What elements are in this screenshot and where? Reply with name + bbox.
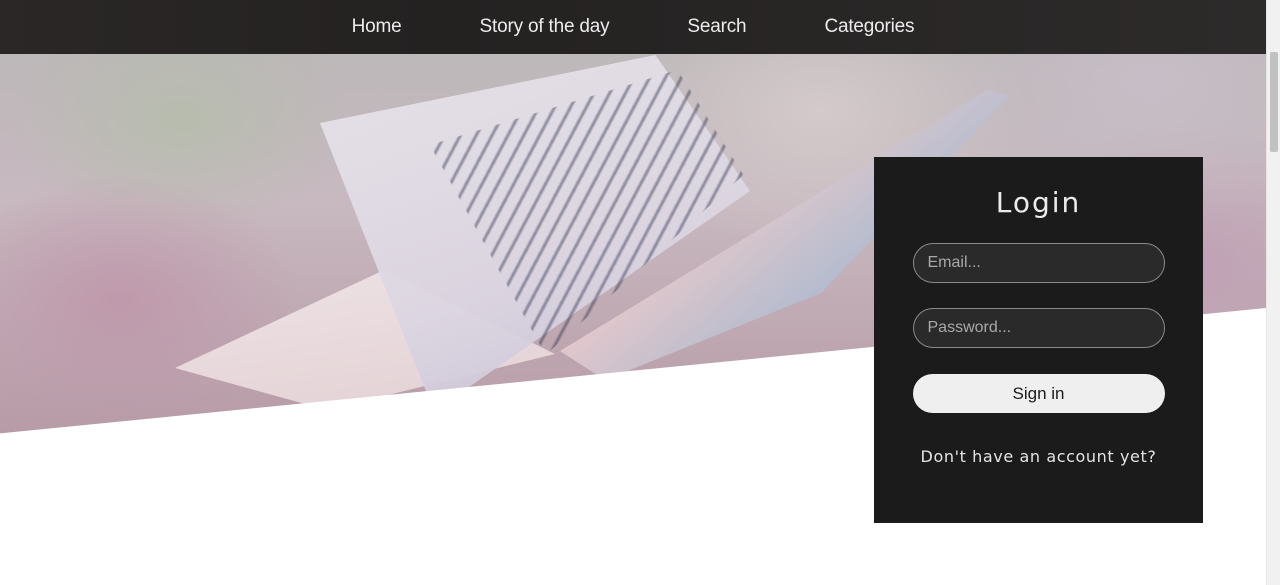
sign-in-button[interactable]: Sign in [912,374,1165,413]
password-field[interactable] [912,308,1165,348]
nav-story-of-the-day[interactable]: Story of the day [480,16,610,38]
email-field[interactable] [912,243,1165,283]
page-scrollbar[interactable] [1266,0,1280,585]
nav-search[interactable]: Search [687,16,746,38]
scrollbar-thumb[interactable] [1270,52,1278,152]
nav-categories[interactable]: Categories [824,16,914,38]
login-panel: Login Sign in Don't have an account yet? [874,157,1203,523]
nav-home[interactable]: Home [352,16,402,38]
register-link[interactable]: Don't have an account yet? [921,447,1157,466]
login-title: Login [995,186,1082,219]
top-navigation: Home Story of the day Search Categories [0,0,1266,54]
page: Home Story of the day Search Categories … [0,0,1280,585]
